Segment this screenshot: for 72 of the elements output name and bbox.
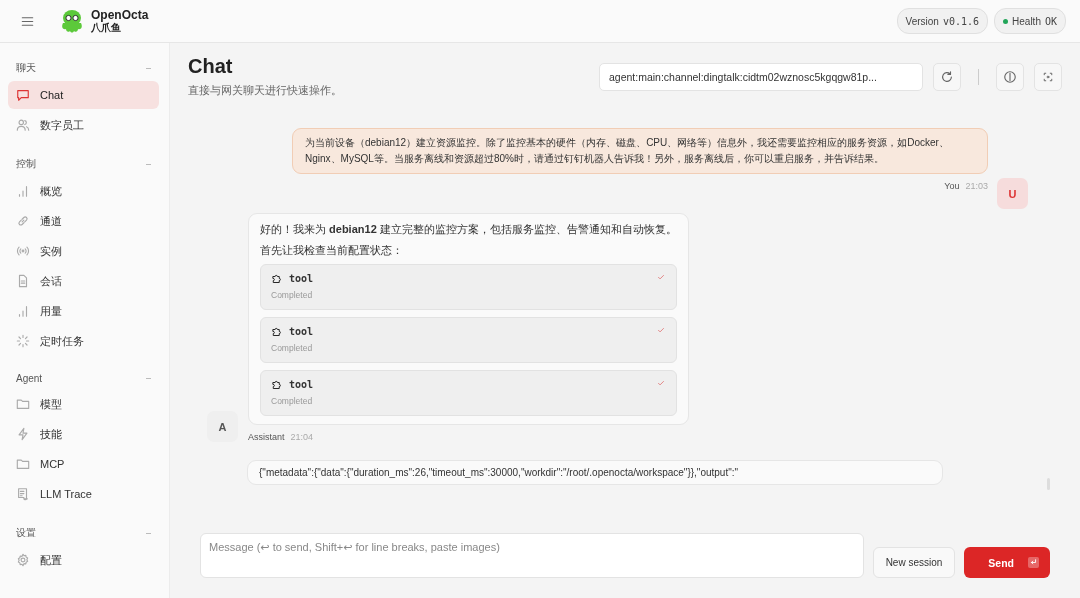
- check-icon: [656, 378, 666, 388]
- session-selector[interactable]: agent:main:channel:dingtalk:cidtm02wznosc5kgqgw81p...: [599, 63, 923, 91]
- check-icon: [656, 272, 666, 282]
- refresh-icon: [940, 70, 954, 84]
- user-message: 为当前设备（debian12）建立资源监控。除了监控基本的硬件（内存、磁盘、CPU、网络等）信息外，我还需要监控相应的服务资源，如Docker、Nginx、MySQL等。当服务离线和资源超过80%时，请通过钉钉机器人告诉我！另外，服务离线后，你可以重启服务，并告诉结果。: [292, 128, 988, 174]
- nav-item[interactable]: 模型: [8, 390, 159, 418]
- version-badge: Version v0.1.6: [896, 8, 989, 34]
- nav-item[interactable]: 概览: [8, 177, 159, 205]
- info-icon: [1003, 70, 1017, 84]
- bar-chart-icon: [16, 184, 30, 198]
- folder-icon: [16, 397, 30, 411]
- tool-status: Completed: [271, 396, 314, 406]
- link-icon: [16, 214, 30, 228]
- nav-group-title: 聊天: [16, 61, 36, 75]
- document-icon: [16, 274, 30, 288]
- tool-status: Completed: [271, 290, 314, 300]
- message-text: {"metadata":{"data":{"duration_ms":26,"timeout_ms":30000,"workdir":"/root/.openocta/workspace"}},"output":": [259, 467, 739, 478]
- tool-status: Completed: [271, 343, 314, 353]
- tool-name: tool: [289, 378, 314, 390]
- message-text: 好的！我来为 debian12 建立完整的监控方案，包括服务监控、告警通知和自动恢复。: [260, 222, 677, 237]
- tool-call-card[interactable]: tool Completed: [260, 370, 677, 416]
- nav-item[interactable]: 技能: [8, 420, 159, 448]
- broadcast-icon: [16, 244, 30, 258]
- sender-name: You: [944, 181, 960, 191]
- folder-icon: [16, 457, 30, 471]
- nav-item[interactable]: 会话: [8, 267, 159, 295]
- puzzle-icon: [271, 325, 283, 337]
- bar-chart-icon: [16, 304, 30, 318]
- new-session-button[interactable]: New session: [872, 547, 956, 578]
- nav-group-title: Agent: [16, 373, 43, 384]
- nav-item[interactable]: 定时任务: [8, 327, 159, 355]
- refresh-button[interactable]: [933, 63, 961, 91]
- nav-item[interactable]: 实例: [8, 237, 159, 265]
- octopus-logo-icon: [59, 8, 85, 34]
- nav-group-title: 设置: [16, 526, 36, 540]
- message-time: 21:04: [290, 432, 314, 442]
- nav-item[interactable]: Chat: [8, 81, 159, 109]
- nav-item[interactable]: 数字员工: [8, 111, 159, 139]
- tool-name: tool: [289, 272, 314, 284]
- tool-call-card[interactable]: tool Completed: [260, 264, 677, 310]
- nav-item[interactable]: 配置: [8, 546, 159, 574]
- brand-name: OpenOcta: [91, 8, 149, 23]
- info-button[interactable]: [996, 63, 1024, 91]
- tool-name: tool: [289, 325, 314, 337]
- message-text: 首先让我检查当前配置状态：: [260, 243, 404, 258]
- puzzle-icon: [271, 378, 283, 390]
- focus-icon: [1042, 71, 1054, 83]
- sender-name: Assistant: [248, 432, 285, 442]
- nav-item[interactable]: MCP: [8, 450, 159, 478]
- focus-button[interactable]: [1034, 63, 1062, 91]
- message-input[interactable]: Message (↩ to send, Shift+↩ for line breaks, paste images): [200, 533, 864, 578]
- send-button[interactable]: Send: [964, 547, 1050, 578]
- settings-icon: [16, 553, 30, 567]
- puzzle-icon: [271, 272, 283, 284]
- assistant-avatar: A: [207, 411, 238, 442]
- chat-icon: [16, 88, 30, 102]
- loader-icon: [16, 334, 30, 348]
- scroll-icon: [16, 487, 30, 501]
- brand-subtitle: 八爪鱼: [91, 22, 121, 34]
- nav-group-title: 控制: [16, 157, 36, 171]
- health-badge: Health OK: [994, 8, 1066, 34]
- page-title: Chat: [188, 55, 234, 78]
- lightning-icon: [16, 427, 30, 441]
- nav-item[interactable]: 通道: [8, 207, 159, 235]
- nav-item[interactable]: LLM Trace: [8, 480, 159, 508]
- user-avatar: U: [997, 178, 1028, 209]
- message-time: 21:03: [965, 181, 988, 191]
- users-icon: [16, 118, 30, 132]
- tool-call-card[interactable]: tool Completed: [260, 317, 677, 363]
- page-subtitle: 直接与网关聊天进行快速操作。: [188, 83, 343, 98]
- nav-item[interactable]: 用量: [8, 297, 159, 325]
- check-icon: [656, 325, 666, 335]
